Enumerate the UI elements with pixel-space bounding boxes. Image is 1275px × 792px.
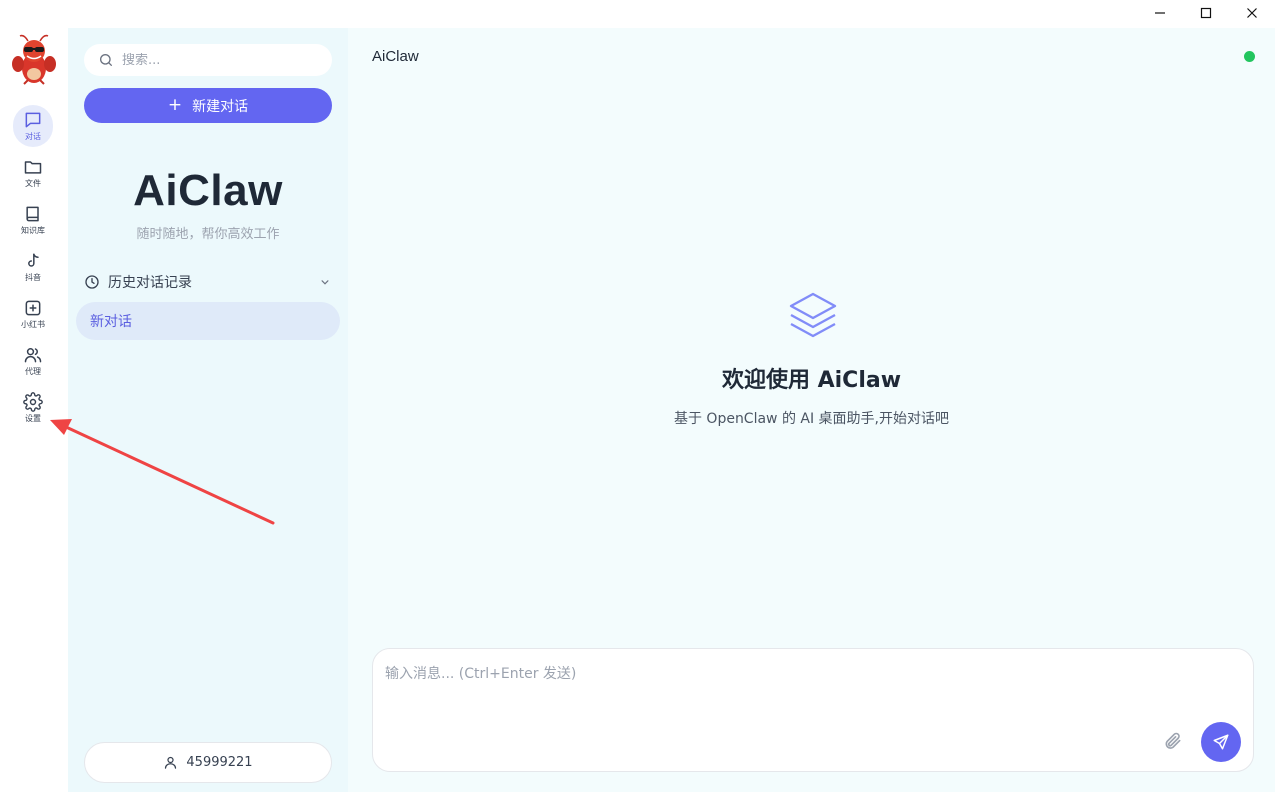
new-chat-button[interactable]: + 新建对话 xyxy=(84,88,332,123)
chat-bubble-icon xyxy=(25,112,41,128)
nav-item-settings[interactable]: 设置 xyxy=(13,387,53,429)
brand-tagline: 随时随地，帮你高效工作 xyxy=(136,227,280,242)
user-id: 45999221 xyxy=(186,755,253,770)
nav-label-douyin: 抖音 xyxy=(25,273,41,282)
chevron-down-icon xyxy=(321,280,329,285)
layers-icon xyxy=(789,292,837,338)
message-composer xyxy=(372,648,1254,772)
welcome-subtitle: 基于 OpenClaw 的 AI 桌面助手,开始对话吧 xyxy=(673,411,950,427)
brand-title: AiClaw xyxy=(133,166,283,215)
minimize-icon xyxy=(1155,12,1165,14)
nav-label-chat: 对话 xyxy=(25,132,41,141)
conversation-sidebar: + 新建对话 AiClaw 随时随地，帮你高效工作 历史对话记录 新对话 459… xyxy=(68,28,348,792)
app-logo xyxy=(10,34,58,90)
window-controls xyxy=(1137,0,1275,26)
nav-label-knowledge-base: 知识库 xyxy=(21,226,45,235)
plus-square-icon xyxy=(25,300,41,316)
history-title: 历史对话记录 xyxy=(108,275,192,291)
users-icon xyxy=(24,348,42,363)
nav-item-xiaohongshu[interactable]: 小红书 xyxy=(13,293,53,335)
tiktok-icon xyxy=(28,253,39,267)
paperclip-icon[interactable] xyxy=(1163,731,1183,751)
user-account-button[interactable]: 45999221 xyxy=(84,742,332,783)
nav-item-douyin[interactable]: 抖音 xyxy=(13,246,53,288)
search-box[interactable] xyxy=(84,44,332,76)
connection-status-dot xyxy=(1244,51,1255,62)
conversation-item[interactable]: 新对话 xyxy=(76,302,340,340)
history-section-header[interactable]: 历史对话记录 xyxy=(84,272,332,292)
user-icon xyxy=(165,756,177,769)
nav-rail: 对话 文件 知识库 抖音 小红书 代理 设置 xyxy=(0,0,68,792)
maximize-icon xyxy=(1200,7,1212,19)
search-icon xyxy=(100,54,112,66)
nav-label-agents: 代理 xyxy=(25,367,41,376)
nav-item-agents[interactable]: 代理 xyxy=(13,340,53,382)
welcome-title: 欢迎使用 AiClaw xyxy=(721,368,902,393)
new-chat-label: 新建对话 xyxy=(192,98,249,115)
nav-label-xiaohongshu: 小红书 xyxy=(21,320,45,329)
send-button[interactable] xyxy=(1201,722,1241,762)
close-icon xyxy=(1247,8,1257,18)
chat-title: AiClaw xyxy=(372,48,419,65)
nav-item-knowledge-base[interactable]: 知识库 xyxy=(13,199,53,241)
gear-icon xyxy=(23,392,43,412)
minimize-button[interactable] xyxy=(1137,0,1183,26)
lobster-mascot-icon xyxy=(12,34,56,85)
nav-item-files[interactable]: 文件 xyxy=(13,152,53,194)
send-icon xyxy=(1213,734,1229,750)
message-input[interactable] xyxy=(385,663,1145,723)
nav-label-settings: 设置 xyxy=(25,414,41,423)
clock-icon xyxy=(85,275,99,289)
maximize-button[interactable] xyxy=(1183,0,1229,26)
plus-icon: + xyxy=(167,95,183,115)
nav-item-chat[interactable]: 对话 xyxy=(13,105,53,147)
app-window: 对话 文件 知识库 抖音 小红书 代理 设置 搜索... + 新建对话 AiCl… xyxy=(0,0,1275,792)
nav-label-files: 文件 xyxy=(25,179,41,188)
book-icon xyxy=(26,206,39,222)
close-button[interactable] xyxy=(1229,0,1275,26)
chat-main: AiClaw 欢迎使用 AiClaw 基于 OpenClaw 的 AI 桌面助手… xyxy=(348,28,1275,792)
search-input[interactable] xyxy=(122,52,322,68)
folder-icon xyxy=(24,161,42,174)
